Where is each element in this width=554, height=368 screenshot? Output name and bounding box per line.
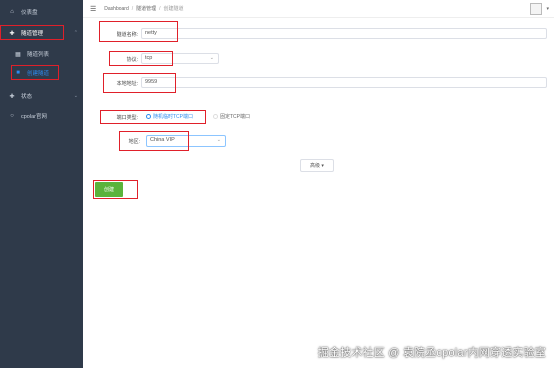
- local-address-input[interactable]: 9959: [141, 77, 547, 88]
- breadcrumb-current: 创建隧道: [163, 6, 184, 12]
- tunnel-name-input[interactable]: netty: [141, 28, 547, 39]
- sidebar-item-cpolar-site[interactable]: ○ cpolar官网: [0, 109, 83, 123]
- sidebar-item-tunnel-list[interactable]: ▦ 隧道列表: [0, 47, 83, 61]
- chevron-down-icon: ⌄: [73, 93, 78, 99]
- chevron-down-icon: ⌄: [216, 137, 221, 143]
- breadcrumb: Dashboard / 隧道管理 / 创建隧道: [104, 6, 184, 12]
- watermark: 掘金技术社区 @ 袁院丞cpolar内网穿透实验室: [317, 347, 546, 359]
- status-icon: ✚: [9, 93, 15, 100]
- breadcrumb-dashboard[interactable]: Dashboard: [104, 6, 128, 12]
- menu-toggle-icon[interactable]: ☰: [90, 5, 96, 13]
- list-icon: ▦: [15, 51, 21, 58]
- radio-dot-icon: [213, 114, 218, 119]
- home-icon: ⌂: [10, 9, 14, 15]
- highlight-create-button: [93, 180, 138, 199]
- highlight-region: [119, 131, 189, 151]
- breadcrumb-tunnel-management[interactable]: 隧道管理: [136, 6, 156, 12]
- sidebar-item-status[interactable]: ✚ 状态 ⌄: [0, 89, 83, 103]
- highlight-tunnel-management: [0, 25, 64, 40]
- sidebar: ⌂ 仪表盘 ✚ 隧道管理 ⌃ ▦ 隧道列表 ■ 创建隧道 ✚ 状态 ⌄ ○ cp…: [0, 0, 83, 368]
- radio-fixed-tcp-port[interactable]: 固定TCP端口: [213, 113, 250, 120]
- highlight-local-address: [103, 73, 176, 93]
- top-bar: ☰ Dashboard / 隧道管理 / 创建隧道 ▾: [83, 0, 554, 18]
- highlight-port-type: [100, 110, 206, 124]
- advanced-button[interactable]: 高级 ▾: [300, 159, 334, 172]
- radio-label: 固定TCP端口: [220, 114, 251, 120]
- highlight-tunnel-name: [99, 21, 178, 42]
- link-icon: ○: [10, 113, 14, 119]
- highlight-protocol: [109, 51, 173, 66]
- chevron-up-icon: ⌃: [73, 30, 78, 36]
- sidebar-item-dashboard[interactable]: ⌂ 仪表盘: [0, 5, 83, 19]
- sidebar-item-label: 状态: [21, 94, 33, 100]
- chevron-down-icon: ⌄: [209, 55, 214, 61]
- avatar[interactable]: [530, 3, 542, 15]
- sidebar-item-label: cpolar官网: [21, 114, 47, 120]
- sidebar-item-label: 隧道列表: [27, 52, 50, 58]
- highlight-create-tunnel: [11, 65, 59, 80]
- chevron-down-icon[interactable]: ▾: [546, 6, 549, 12]
- sidebar-item-label: 仪表盘: [21, 10, 38, 16]
